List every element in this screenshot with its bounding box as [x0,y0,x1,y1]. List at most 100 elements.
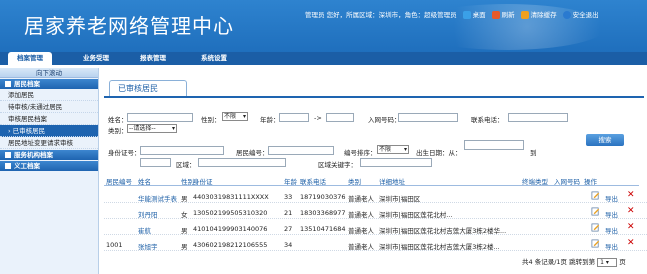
export-link[interactable]: 导出 [605,209,618,219]
sidebar-section-residents[interactable]: 居民档案 [0,79,98,89]
section-square-icon [5,163,11,169]
sort-select[interactable]: 不限 [377,145,409,154]
area-keyword-input[interactable] [360,158,432,167]
sort-label: 编号排序： [344,149,377,157]
sidebar-section-service-org[interactable]: 服务机构档案 [0,150,98,160]
age-to-input[interactable] [326,113,354,122]
cell-age: 34 [284,241,293,249]
export-link[interactable]: 导出 [605,225,618,235]
sidebar-section-volunteers[interactable]: 义工档案 [0,161,98,171]
title-underline [104,96,644,98]
table-row: 华能测试手表 男 44030319831111XXXX 33 187190303… [104,190,647,203]
gender-select[interactable]: 不限 [222,112,248,121]
delete-icon[interactable]: ✕ [627,190,635,200]
cell-age: 27 [284,225,293,233]
cell-age: 21 [284,209,293,217]
phone-label: 联系电话： [471,116,504,124]
sidebar-scroll-guide[interactable]: 向下滚动 [0,68,98,78]
cell-category: 普通老人 [348,211,374,219]
home-icon [462,11,471,19]
cell-idcard: 430602198212106555 [193,241,268,249]
cell-idcard: 130502199505310320 [193,209,268,217]
export-link[interactable]: 导出 [605,193,618,203]
cell-resident-no: 1001 [106,241,123,249]
delete-icon[interactable]: ✕ [627,222,635,232]
cell-gender: 女 [181,211,188,219]
area-input[interactable] [198,158,286,167]
edit-icon[interactable] [591,207,600,216]
home-link[interactable]: 桌面 [462,9,486,19]
edit-icon[interactable] [591,191,600,200]
age-label: 年龄： [260,116,280,124]
name-input[interactable] [127,113,193,122]
cell-phone: 18303368977 [300,209,346,217]
search-button[interactable]: 搜索 [586,134,624,146]
section-square-icon [5,81,11,87]
name-label: 姓名： [108,116,128,124]
clear-cache-link[interactable]: 清除缓存 [520,9,557,19]
category-select[interactable]: --请选择-- [127,124,177,133]
table-row: 1001 张旭宇 男 430602198212106555 34 普通老人 深圳… [104,238,647,251]
cell-phone: 13510471684 [300,225,346,233]
birth-to-input[interactable] [140,158,171,167]
table-header: 居民编号 姓名 性别 身份证 年龄 联系电话 类别 详细地址 终端类型 入网号码… [104,176,647,186]
category-label: 类别： [108,127,128,135]
delete-icon[interactable]: ✕ [627,206,635,216]
birth-from-input[interactable] [464,140,524,150]
sidebar-item-address-change[interactable]: 居民地址变更请求审核 [0,137,98,149]
cell-name-link[interactable]: 刘丹阳 [138,209,158,219]
net-number-input[interactable] [398,113,458,122]
sidebar: 向下滚动 居民档案 添加居民 待审核/未通过居民 审核居民档案 › 已审核居民 … [0,68,99,274]
sidebar-item-approved[interactable]: › 已审核居民 [0,125,98,137]
sidebar-item-add-resident[interactable]: 添加居民 [0,89,98,101]
cell-gender: 男 [181,243,188,251]
resident-no-label: 居民编号： [236,149,269,157]
cell-name-link[interactable]: 张旭宇 [138,241,158,251]
export-link[interactable]: 导出 [605,241,618,251]
user-info: 管理员 您好，所属区域：深圳市，角色：超级管理员 [305,11,457,19]
cell-address: 深圳市|福田区莲花北村... [379,211,453,219]
refresh-link[interactable]: 刷新 [491,9,515,19]
phone-input[interactable] [508,113,568,122]
birth-to-label: 到 [530,149,537,157]
table-row: 刘丹阳 女 130502199505310320 21 18303368977 … [104,206,647,219]
delete-icon[interactable]: ✕ [627,238,635,248]
net-number-label: 入网号码： [368,116,401,124]
tab-archive[interactable]: 档案管理 [8,52,52,65]
tab-reports[interactable]: 报表管理 [133,52,173,65]
clear-cache-icon [520,11,529,19]
cell-category: 普通老人 [348,243,374,251]
table-header-line [104,185,639,186]
section-square-icon [5,152,11,158]
birth-from-label: 出生日期：从： [416,149,462,157]
sidebar-item-review[interactable]: 审核居民档案 [0,113,98,125]
cell-idcard: 410104199903140076 [193,225,268,233]
app-title: 居家养老网络管理中心 [24,14,234,38]
page-select[interactable]: 1 ▾ [597,257,618,267]
cell-name-link[interactable]: 华能测试手表 [138,193,177,203]
logout-link[interactable]: 安全退出 [562,9,599,19]
logout-icon [562,11,571,19]
cell-address: 深圳市|福田区 [379,195,421,203]
age-separator: -> [314,114,322,122]
tab-business[interactable]: 业务受理 [76,52,116,65]
top-info-bar: 管理员 您好，所属区域：深圳市，角色：超级管理员 桌面 刷新 清除缓存 安全退出 [305,9,599,19]
table-row: 崔航 男 410104199903140076 27 13510471684 普… [104,222,647,235]
idcard-input[interactable] [140,146,224,155]
idcard-label: 身份证号： [108,149,141,157]
sidebar-item-pending[interactable]: 待审核/未通过居民 [0,101,98,113]
pagination: 共4 条记录/1页 跳转到第 1 ▾ 页 [522,256,626,267]
resident-no-input[interactable] [268,146,334,155]
area-label: 区域： [176,161,196,169]
edit-icon[interactable] [591,239,600,248]
cell-address: 深圳市|福田区莲花北村吉莲大厦3栋2楼华... [379,227,507,235]
cell-name-link[interactable]: 崔航 [138,225,151,235]
edit-icon[interactable] [591,223,600,232]
cell-idcard: 44030319831111XXXX [193,193,269,201]
refresh-icon [491,11,500,19]
cell-category: 普通老人 [348,227,374,235]
cell-age: 33 [284,193,293,201]
tab-settings[interactable]: 系统设置 [194,52,234,65]
age-from-input[interactable] [279,113,309,122]
page-title: 已审核居民 [109,80,187,96]
